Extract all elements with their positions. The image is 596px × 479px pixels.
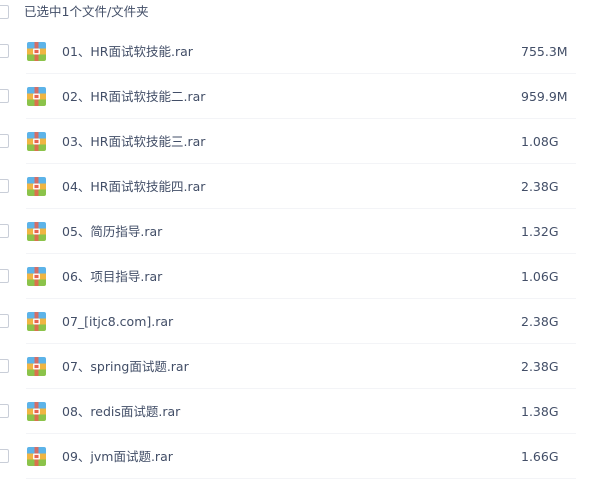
file-name[interactable]: 06、项目指导.rar	[62, 267, 162, 286]
file-name[interactable]: 03、HR面试软技能三.rar	[62, 132, 205, 151]
file-name[interactable]: 04、HR面试软技能四.rar	[62, 177, 205, 196]
file-list: 01、HR面试软技能.rar 755.3M 02、HR面试软技能二.rar 95…	[0, 29, 596, 479]
file-checkbox[interactable]	[0, 44, 9, 58]
file-row[interactable]: 05、简历指导.rar 1.32G	[0, 209, 596, 254]
archive-icon	[27, 447, 46, 466]
file-row[interactable]: 03、HR面试软技能三.rar 1.08G	[0, 119, 596, 164]
archive-icon	[27, 177, 46, 196]
selection-header: 已选中1个文件/文件夹	[0, 0, 596, 24]
file-size: 2.38G	[521, 314, 559, 329]
file-row[interactable]: 02、HR面试软技能二.rar 959.9M	[0, 74, 596, 119]
file-name[interactable]: 02、HR面试软技能二.rar	[62, 87, 205, 106]
file-checkbox[interactable]	[0, 134, 9, 148]
file-checkbox[interactable]	[0, 314, 9, 328]
file-size: 959.9M	[521, 89, 568, 104]
file-row[interactable]: 06、项目指导.rar 1.06G	[0, 254, 596, 299]
file-name[interactable]: 08、redis面试题.rar	[62, 402, 180, 421]
file-checkbox[interactable]	[0, 224, 9, 238]
file-checkbox[interactable]	[0, 89, 9, 103]
file-name[interactable]: 05、简历指导.rar	[62, 222, 162, 241]
file-name[interactable]: 09、jvm面试题.rar	[62, 447, 173, 466]
file-checkbox[interactable]	[0, 449, 9, 463]
archive-icon	[27, 87, 46, 106]
file-size: 1.66G	[521, 449, 559, 464]
file-size: 755.3M	[521, 44, 568, 59]
file-size: 1.32G	[521, 224, 559, 239]
select-all-checkbox[interactable]	[0, 5, 9, 19]
archive-icon	[27, 267, 46, 286]
file-row[interactable]: 07_[itjc8.com].rar 2.38G	[0, 299, 596, 344]
file-row[interactable]: 07、spring面试题.rar 2.38G	[0, 344, 596, 389]
file-name[interactable]: 07_[itjc8.com].rar	[62, 312, 173, 331]
file-size: 1.08G	[521, 134, 559, 149]
file-size: 2.38G	[521, 359, 559, 374]
selection-count-text: 已选中1个文件/文件夹	[24, 4, 149, 19]
archive-icon	[27, 312, 46, 331]
archive-icon	[27, 132, 46, 151]
file-row[interactable]: 04、HR面试软技能四.rar 2.38G	[0, 164, 596, 209]
file-checkbox[interactable]	[0, 269, 9, 283]
file-checkbox[interactable]	[0, 179, 9, 193]
file-row[interactable]: 08、redis面试题.rar 1.38G	[0, 389, 596, 434]
archive-icon	[27, 222, 46, 241]
archive-icon	[27, 42, 46, 61]
archive-icon	[27, 357, 46, 376]
file-name[interactable]: 01、HR面试软技能.rar	[62, 42, 193, 61]
file-checkbox[interactable]	[0, 359, 9, 373]
archive-icon	[27, 402, 46, 421]
file-row[interactable]: 01、HR面试软技能.rar 755.3M	[0, 29, 596, 74]
file-size: 1.38G	[521, 404, 559, 419]
file-checkbox[interactable]	[0, 404, 9, 418]
file-name[interactable]: 07、spring面试题.rar	[62, 357, 189, 376]
file-row[interactable]: 09、jvm面试题.rar 1.66G	[0, 434, 596, 479]
file-size: 2.38G	[521, 179, 559, 194]
file-size: 1.06G	[521, 269, 559, 284]
